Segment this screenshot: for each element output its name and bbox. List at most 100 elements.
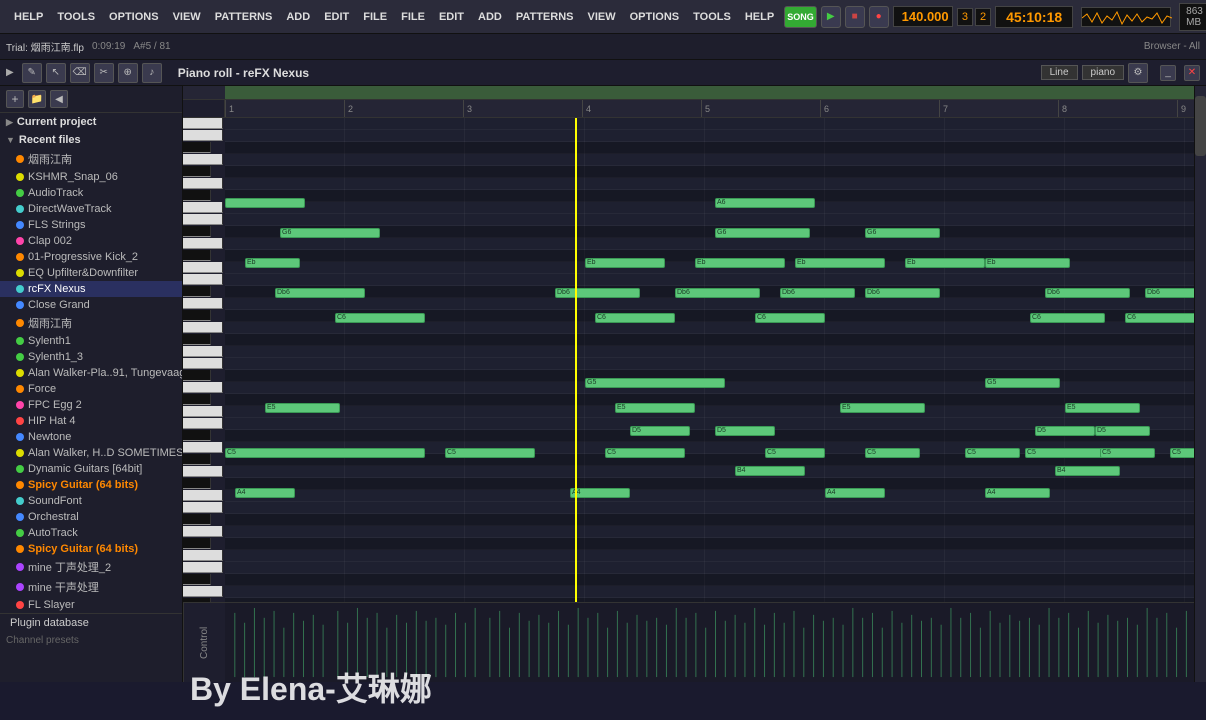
piano-key[interactable] [183,166,211,177]
note[interactable]: C5 [1100,448,1155,458]
note[interactable]: Eb [245,258,300,268]
note[interactable]: G6 [715,228,810,238]
piano-key[interactable] [183,490,223,501]
sidebar-item[interactable]: mine 丁声处理_2 [0,557,182,577]
note[interactable]: Db6 [555,288,640,298]
tempo-display[interactable]: 140.000 [893,6,953,27]
note[interactable]: Db6 [675,288,760,298]
sidebar-item[interactable]: Clap 002 [0,233,182,249]
piano-key[interactable] [183,178,223,189]
instrument-select[interactable]: piano [1082,65,1124,80]
piano-key[interactable] [183,370,211,381]
piano-key[interactable] [183,478,211,489]
piano-key[interactable] [183,382,223,393]
menu-item-edit[interactable]: EDIT [433,9,470,25]
piano-key[interactable] [183,142,211,153]
piano-key[interactable] [183,418,223,429]
note[interactable]: B4 [735,466,805,476]
sidebar-item[interactable]: Spicy Guitar (64 bits) [0,477,182,493]
song-button[interactable]: SONG [784,6,817,28]
menu-item-tools[interactable]: TOOLS [51,9,101,25]
sidebar-item[interactable]: FLS Strings [0,217,182,233]
note[interactable]: B4 [1055,466,1120,476]
current-project-header[interactable]: ▶ Current project [0,113,182,131]
sidebar-item[interactable]: Sylenth1 [0,333,182,349]
note[interactable] [225,198,305,208]
piano-key[interactable] [183,238,223,249]
cut-tool[interactable]: ✂ [94,63,114,83]
note[interactable]: C6 [1125,313,1205,323]
piano-key[interactable] [183,430,211,441]
note[interactable]: C5 [965,448,1020,458]
sidebar-item[interactable]: Newtone [0,429,182,445]
sidebar-item[interactable]: 01-Progressive Kick_2 [0,249,182,265]
note[interactable]: C6 [1030,313,1105,323]
note[interactable]: C5 [865,448,920,458]
record-button[interactable]: ● [869,6,889,28]
piano-key[interactable] [183,394,211,405]
menu-item-patterns[interactable]: PATTERNS [209,9,279,25]
piano-key[interactable] [183,442,223,453]
piano-key[interactable] [183,226,211,237]
note[interactable]: D5 [1095,426,1150,436]
menu-item-view[interactable]: VIEW [582,9,622,25]
minimize-roll[interactable]: _ [1160,65,1176,81]
scrollbar-thumb[interactable] [1195,96,1206,156]
erase-tool[interactable]: ⌫ [70,63,90,83]
note[interactable]: G6 [280,228,380,238]
notes-grid[interactable]: G6G6G6A6EbEbEbEbEbEbDb6Db6Db6Db6Db6Db6Db… [225,118,1206,602]
piano-key[interactable] [183,298,223,309]
note[interactable]: C6 [595,313,675,323]
note[interactable]: C6 [755,313,825,323]
menu-item-patterns[interactable]: PATTERNS [510,9,580,25]
sidebar-item[interactable]: rcFX Nexus [0,281,182,297]
piano-key[interactable] [183,586,223,597]
sidebar-item[interactable]: 烟雨江南 [0,149,182,169]
note[interactable]: A6 [715,198,815,208]
note[interactable]: A4 [825,488,885,498]
note[interactable]: Db6 [275,288,365,298]
timeline-ruler[interactable]: 123456789 [183,100,1206,118]
sidebar-item[interactable]: KSHMR_Snap_06 [0,169,182,185]
sidebar-item[interactable]: Close Grand [0,297,182,313]
play-button[interactable]: ▶ [821,6,841,28]
piano-key[interactable] [183,118,223,129]
note[interactable]: D5 [1035,426,1095,436]
note[interactable]: E5 [840,403,925,413]
menu-item-help[interactable]: HELP [8,9,49,25]
sidebar-item[interactable]: mine 干声处理 [0,577,182,597]
note[interactable]: Eb [795,258,885,268]
note[interactable]: E5 [1065,403,1140,413]
note[interactable]: E5 [615,403,695,413]
note[interactable]: D5 [715,426,775,436]
back-button[interactable]: ◀ [50,90,68,108]
sidebar-item[interactable]: FPC Egg 2 [0,397,182,413]
note[interactable]: D5 [630,426,690,436]
select-tool[interactable]: ↖ [46,63,66,83]
note[interactable]: A4 [985,488,1050,498]
note[interactable]: Eb [695,258,785,268]
menu-item-view[interactable]: VIEW [167,9,207,25]
note[interactable]: G5 [585,378,725,388]
mode-select[interactable]: Line [1041,65,1078,80]
close-roll[interactable]: ✕ [1184,65,1200,81]
piano-key[interactable] [183,346,223,357]
note[interactable]: G5 [985,378,1060,388]
note[interactable]: Db6 [780,288,855,298]
menu-item-file[interactable]: FILE [395,9,431,25]
vertical-scrollbar[interactable] [1194,86,1206,682]
sidebar-item[interactable]: EQ Upfilter&Downfilter [0,265,182,281]
note[interactable]: C6 [335,313,425,323]
note[interactable]: E5 [265,403,340,413]
sidebar-item[interactable]: AudioTrack [0,185,182,201]
note[interactable]: A4 [235,488,295,498]
sidebar-item[interactable]: DirectWaveTrack [0,201,182,217]
sidebar-item[interactable]: Orchestral [0,509,182,525]
piano-key[interactable] [183,130,223,141]
note[interactable]: C5 [445,448,535,458]
stop-button[interactable]: ■ [845,6,865,28]
control-lines[interactable] [225,603,1206,682]
piano-key[interactable] [183,502,223,513]
sidebar-item[interactable]: Sylenth1_3 [0,349,182,365]
settings-btn[interactable]: ⚙ [1128,63,1148,83]
